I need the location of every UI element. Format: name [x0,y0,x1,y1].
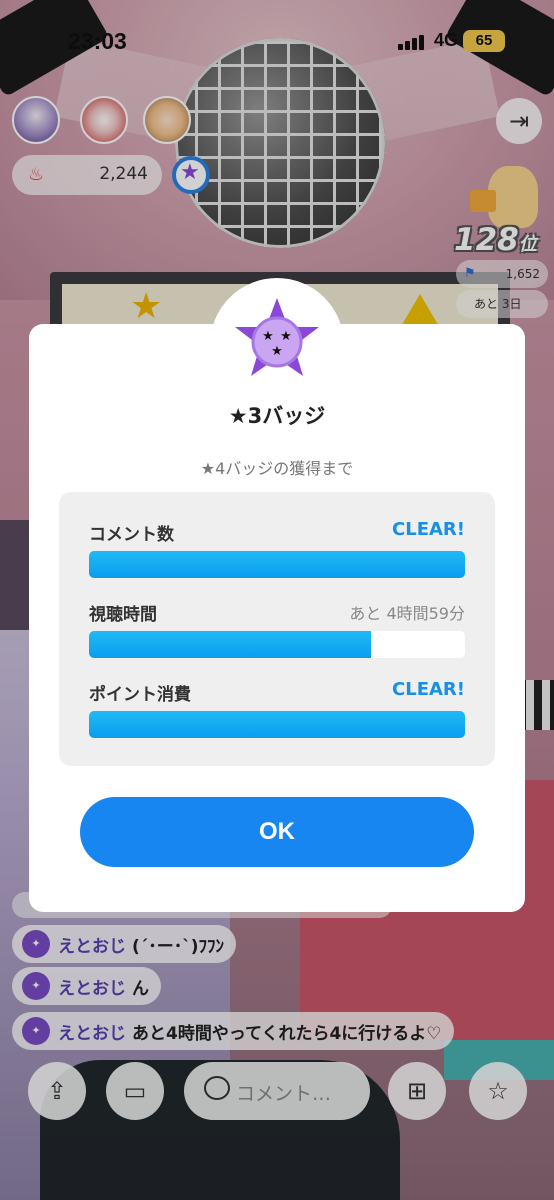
requirement-status: CLEAR! [392,679,465,700]
svg-text:★: ★ [271,344,283,359]
ok-button[interactable]: OK [80,797,474,867]
requirement-status: あと 4時間59分 [349,604,465,623]
svg-text:★: ★ [280,329,292,344]
svg-text:★: ★ [262,329,274,344]
progress-fill [89,711,465,738]
requirement-label: ポイント消費 [89,685,191,705]
requirement-label: 視聴時間 [89,605,157,625]
modal-subtitle: ★4バッジの獲得まで [200,459,354,478]
requirement-progress-bar [89,551,465,578]
requirement-progress-bar [89,711,465,738]
requirement-status: CLEAR! [392,519,465,540]
requirement-label: コメント数 [89,525,174,545]
modal-title: ★3バッジ [228,404,326,428]
progress-fill [89,551,465,578]
requirement-progress-bar [89,631,465,658]
progress-fill [89,631,371,658]
star-badge-icon: ★ ★ ★ [235,298,319,376]
